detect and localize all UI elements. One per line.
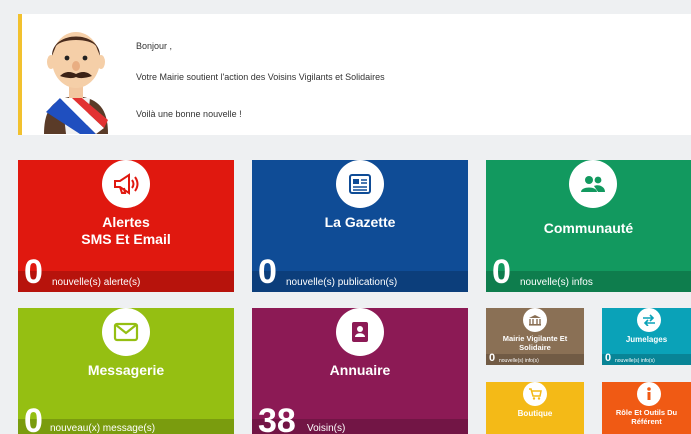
welcome-banner: Bonjour , Votre Mairie soutient l'action… bbox=[18, 14, 691, 135]
mairie-title: Mairie Vigilante Et bbox=[502, 334, 568, 343]
jumelages-tile[interactable]: Jumelages 0 nouvelle(s) info(s) bbox=[602, 308, 691, 365]
communaute-count: 0 bbox=[492, 253, 511, 291]
annuaire-count: 38 bbox=[258, 402, 296, 434]
greeting-text: Bonjour , bbox=[136, 41, 173, 51]
messagerie-label: nouveau(x) message(s) bbox=[50, 423, 156, 434]
annuaire-title: Annuaire bbox=[329, 362, 391, 378]
townhall-icon bbox=[523, 308, 547, 332]
alertes-tile[interactable]: Alertes SMS Et Email 0 nouvelle(s) alert… bbox=[18, 160, 234, 292]
role-subtitle: Référent bbox=[631, 417, 662, 426]
gazette-tile[interactable]: La Gazette 0 nouvelle(s) publication(s) bbox=[252, 160, 468, 292]
alertes-count: 0 bbox=[24, 253, 43, 291]
messagerie-count: 0 bbox=[24, 402, 43, 434]
boutique-title: Boutique bbox=[517, 409, 553, 418]
jumelages-title: Jumelages bbox=[625, 335, 668, 344]
communaute-tile[interactable]: Communauté 0 nouvelle(s) infos bbox=[486, 160, 691, 292]
alertes-label: nouvelle(s) alerte(s) bbox=[52, 277, 141, 288]
mairie-label: nouvelle(s) info(s) bbox=[499, 358, 539, 364]
mairie-subtitle: Solidaire bbox=[519, 343, 551, 352]
info-icon bbox=[637, 382, 661, 406]
people-icon bbox=[569, 160, 617, 208]
communaute-title: Communauté bbox=[543, 220, 634, 236]
role-title: Rôle Et Outils Du bbox=[615, 408, 678, 417]
exchange-arrows-icon bbox=[637, 308, 661, 332]
annuaire-label: Voisin(s) bbox=[307, 423, 346, 434]
jumelages-count: 0 bbox=[605, 352, 612, 364]
mairie-tile[interactable]: Mairie Vigilante Et Solidaire 0 nouvelle… bbox=[486, 308, 584, 365]
communaute-label: nouvelle(s) infos bbox=[520, 277, 593, 288]
role-tile[interactable]: Rôle Et Outils Du Référent bbox=[602, 382, 691, 434]
contact-book-icon bbox=[336, 308, 384, 356]
banner-news: Voilà une bonne nouvelle ! bbox=[136, 109, 242, 119]
messagerie-tile[interactable]: Messagerie 0 nouveau(x) message(s) bbox=[18, 308, 234, 434]
banner-message: Votre Mairie soutient l'action des Voisi… bbox=[136, 72, 385, 82]
boutique-tile[interactable]: Boutique bbox=[486, 382, 584, 434]
mayor-avatar bbox=[44, 32, 108, 134]
messagerie-title: Messagerie bbox=[87, 362, 165, 378]
mairie-count: 0 bbox=[489, 352, 496, 364]
alertes-subtitle: SMS Et Email bbox=[81, 231, 171, 247]
newspaper-icon bbox=[336, 160, 384, 208]
annuaire-tile[interactable]: Annuaire 38 Voisin(s) bbox=[252, 308, 468, 434]
megaphone-icon bbox=[102, 160, 150, 208]
alertes-title: Alertes bbox=[102, 214, 150, 230]
cart-icon bbox=[523, 382, 547, 406]
gazette-count: 0 bbox=[258, 253, 277, 291]
jumelages-label: nouvelle(s) info(s) bbox=[615, 358, 655, 364]
envelope-icon bbox=[102, 308, 150, 356]
gazette-label: nouvelle(s) publication(s) bbox=[286, 277, 398, 288]
gazette-title: La Gazette bbox=[324, 214, 396, 230]
